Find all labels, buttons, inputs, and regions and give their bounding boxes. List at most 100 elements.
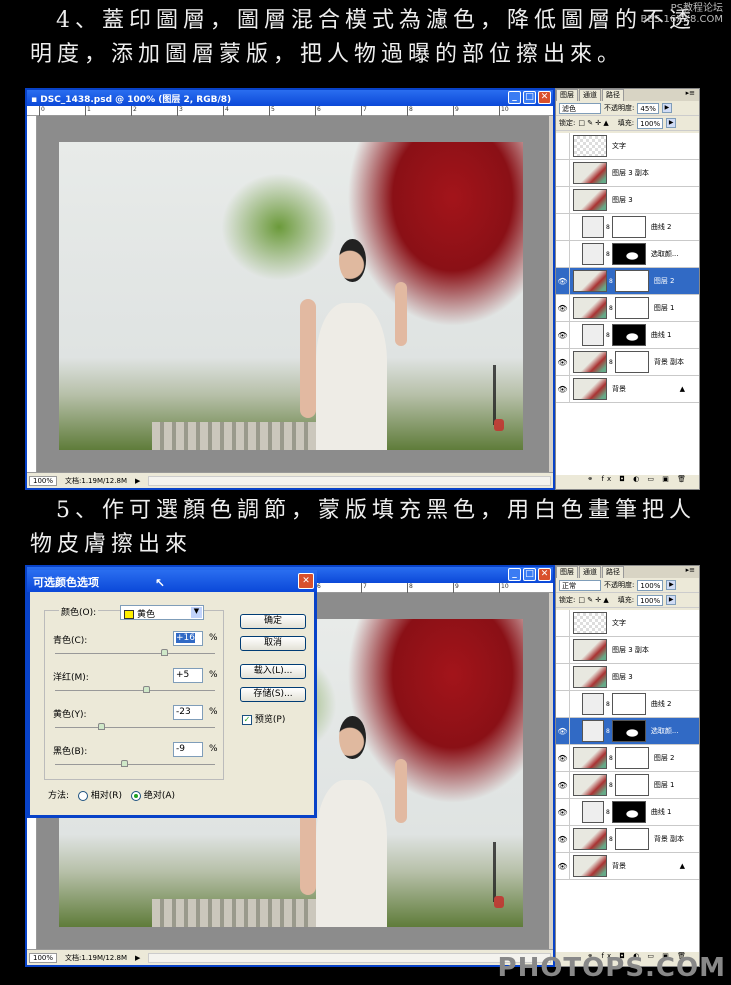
ok-button[interactable]: 确定 (240, 614, 306, 629)
layer-row[interactable]: 图层 3 副本 (556, 159, 699, 187)
slider-track[interactable] (55, 686, 215, 693)
slider-value-field[interactable]: +5 (173, 668, 203, 683)
minimize-icon[interactable]: _ (508, 568, 521, 581)
blend-mode-select[interactable]: 滤色 (559, 102, 601, 114)
layer-mask-thumbnail[interactable] (611, 801, 646, 823)
layer-row[interactable]: 👁 8 选取颜... (556, 717, 699, 745)
tab-2[interactable]: 路径 (602, 566, 624, 578)
lock-icons[interactable]: □ ✎ ✛ ▲ (578, 119, 608, 127)
lock-icons[interactable]: □ ✎ ✛ ▲ (578, 596, 608, 604)
layer-row[interactable]: 👁 8 图层 1 (556, 294, 699, 322)
eye-icon[interactable]: 👁 (556, 375, 570, 403)
eye-icon[interactable]: 👁 (556, 267, 570, 295)
fill-field[interactable]: 100% (637, 117, 664, 129)
layer-row[interactable]: 👁 背景 ▲ (556, 375, 699, 403)
arrow-right-icon[interactable]: ▶ (661, 103, 672, 113)
layer-mask-thumbnail[interactable] (614, 351, 649, 373)
relative-radio[interactable]: 相对(R) (77, 790, 122, 801)
layer-mask-thumbnail[interactable] (611, 243, 646, 265)
layer-row[interactable]: 👁 8 图层 2 (556, 267, 699, 295)
minimize-icon[interactable]: _ (508, 91, 521, 104)
eye-icon[interactable]: 👁 (556, 771, 570, 799)
colors-select[interactable]: 黄色 ▼ (120, 605, 204, 620)
zoom-field[interactable]: 100% (29, 475, 58, 486)
layer-mask-thumbnail[interactable] (614, 774, 649, 796)
layer-row[interactable]: 👁 背景 ▲ (556, 852, 699, 880)
slider-track[interactable] (55, 760, 215, 767)
visibility-toggle[interactable] (556, 663, 570, 691)
layer-row[interactable]: 8 曲线 2 (556, 690, 699, 718)
maximize-icon[interactable]: □ (523, 568, 536, 581)
layer-mask-thumbnail[interactable] (611, 216, 646, 238)
layer-mask-thumbnail[interactable] (614, 747, 649, 769)
play-icon[interactable]: ▶ (135, 477, 140, 485)
close-icon[interactable]: ✕ (538, 568, 551, 581)
save-button[interactable]: 存储(S)... (240, 687, 306, 702)
layer-row[interactable]: 文字 (556, 132, 699, 160)
canvas[interactable] (37, 116, 549, 472)
slider-thumb[interactable] (160, 649, 168, 656)
arrow-right-icon[interactable]: ▶ (666, 595, 677, 605)
eye-icon[interactable]: 👁 (556, 798, 570, 826)
layer-row[interactable]: 图层 3 副本 (556, 636, 699, 664)
slider-track[interactable] (55, 723, 215, 730)
tab-1[interactable]: 通道 (579, 89, 601, 101)
visibility-toggle[interactable] (556, 132, 570, 160)
layer-row[interactable]: 8 选取颜... (556, 240, 699, 268)
blend-mode-select[interactable]: 正常 (559, 579, 601, 591)
layer-row[interactable]: 8 曲线 2 (556, 213, 699, 241)
opacity-field[interactable]: 45% (637, 102, 659, 114)
eye-icon[interactable]: 👁 (556, 852, 570, 880)
panel-menu-icon[interactable]: ▸≡ (683, 89, 698, 101)
visibility-toggle[interactable] (556, 240, 570, 268)
arrow-right-icon[interactable]: ▶ (666, 118, 677, 128)
horizontal-scrollbar[interactable] (148, 952, 551, 963)
visibility-toggle[interactable] (556, 186, 570, 214)
close-icon[interactable]: ✕ (298, 573, 314, 589)
layer-mask-thumbnail[interactable] (614, 270, 649, 292)
layer-row[interactable]: 👁 8 曲线 1 (556, 798, 699, 826)
visibility-toggle[interactable] (556, 609, 570, 637)
tab-1[interactable]: 通道 (579, 566, 601, 578)
layer-row[interactable]: 图层 3 (556, 186, 699, 214)
layer-row[interactable]: 👁 8 背景 副本 (556, 825, 699, 853)
cancel-button[interactable]: 取消 (240, 636, 306, 651)
absolute-radio[interactable]: 绝对(A) (130, 790, 175, 801)
fill-field[interactable]: 100% (637, 594, 664, 606)
layer-mask-thumbnail[interactable] (614, 297, 649, 319)
eye-icon[interactable]: 👁 (556, 321, 570, 349)
eye-icon[interactable]: 👁 (556, 825, 570, 853)
eye-icon[interactable]: 👁 (556, 348, 570, 376)
tab-2[interactable]: 路径 (602, 89, 624, 101)
visibility-toggle[interactable] (556, 159, 570, 187)
slider-track[interactable] (55, 649, 215, 656)
horizontal-scrollbar[interactable] (148, 475, 551, 486)
visibility-toggle[interactable] (556, 636, 570, 664)
slider-value-field[interactable]: -9 (173, 742, 203, 757)
arrow-right-icon[interactable]: ▶ (666, 580, 677, 590)
visibility-toggle[interactable] (556, 690, 570, 718)
play-icon[interactable]: ▶ (135, 954, 140, 962)
layer-row[interactable]: 👁 8 图层 2 (556, 744, 699, 772)
opacity-field[interactable]: 100% (637, 579, 664, 591)
layer-row[interactable]: 👁 8 曲线 1 (556, 321, 699, 349)
slider-thumb[interactable] (143, 686, 150, 693)
dialog-titlebar[interactable]: 可选颜色选项 ↖ ✕ (27, 570, 317, 592)
layer-row[interactable]: 文字 (556, 609, 699, 637)
tab-0[interactable]: 图层 (556, 566, 578, 578)
tab-0[interactable]: 图层 (556, 89, 578, 101)
layer-row[interactable]: 👁 8 背景 副本 (556, 348, 699, 376)
load-button[interactable]: 载入(L)... (240, 664, 306, 679)
layer-row[interactable]: 👁 8 图层 1 (556, 771, 699, 799)
layer-mask-thumbnail[interactable] (614, 828, 649, 850)
layer-mask-thumbnail[interactable] (611, 324, 646, 346)
eye-icon[interactable]: 👁 (556, 294, 570, 322)
preview-checkbox[interactable]: ✓ 预览(P) (242, 712, 285, 725)
layer-mask-thumbnail[interactable] (611, 720, 646, 742)
slider-value-field[interactable]: -23 (173, 705, 203, 720)
panel-footer-icons[interactable]: ⚭ fx ◘ ◐ ▭ ▣ 🗑 (556, 475, 699, 489)
layer-row[interactable]: 图层 3 (556, 663, 699, 691)
window-titlebar[interactable]: ▪ DSC_1438.psd @ 100% (图层 2, RGB/8) _ □ … (27, 90, 553, 106)
visibility-toggle[interactable] (556, 213, 570, 241)
slider-thumb[interactable] (98, 723, 106, 730)
